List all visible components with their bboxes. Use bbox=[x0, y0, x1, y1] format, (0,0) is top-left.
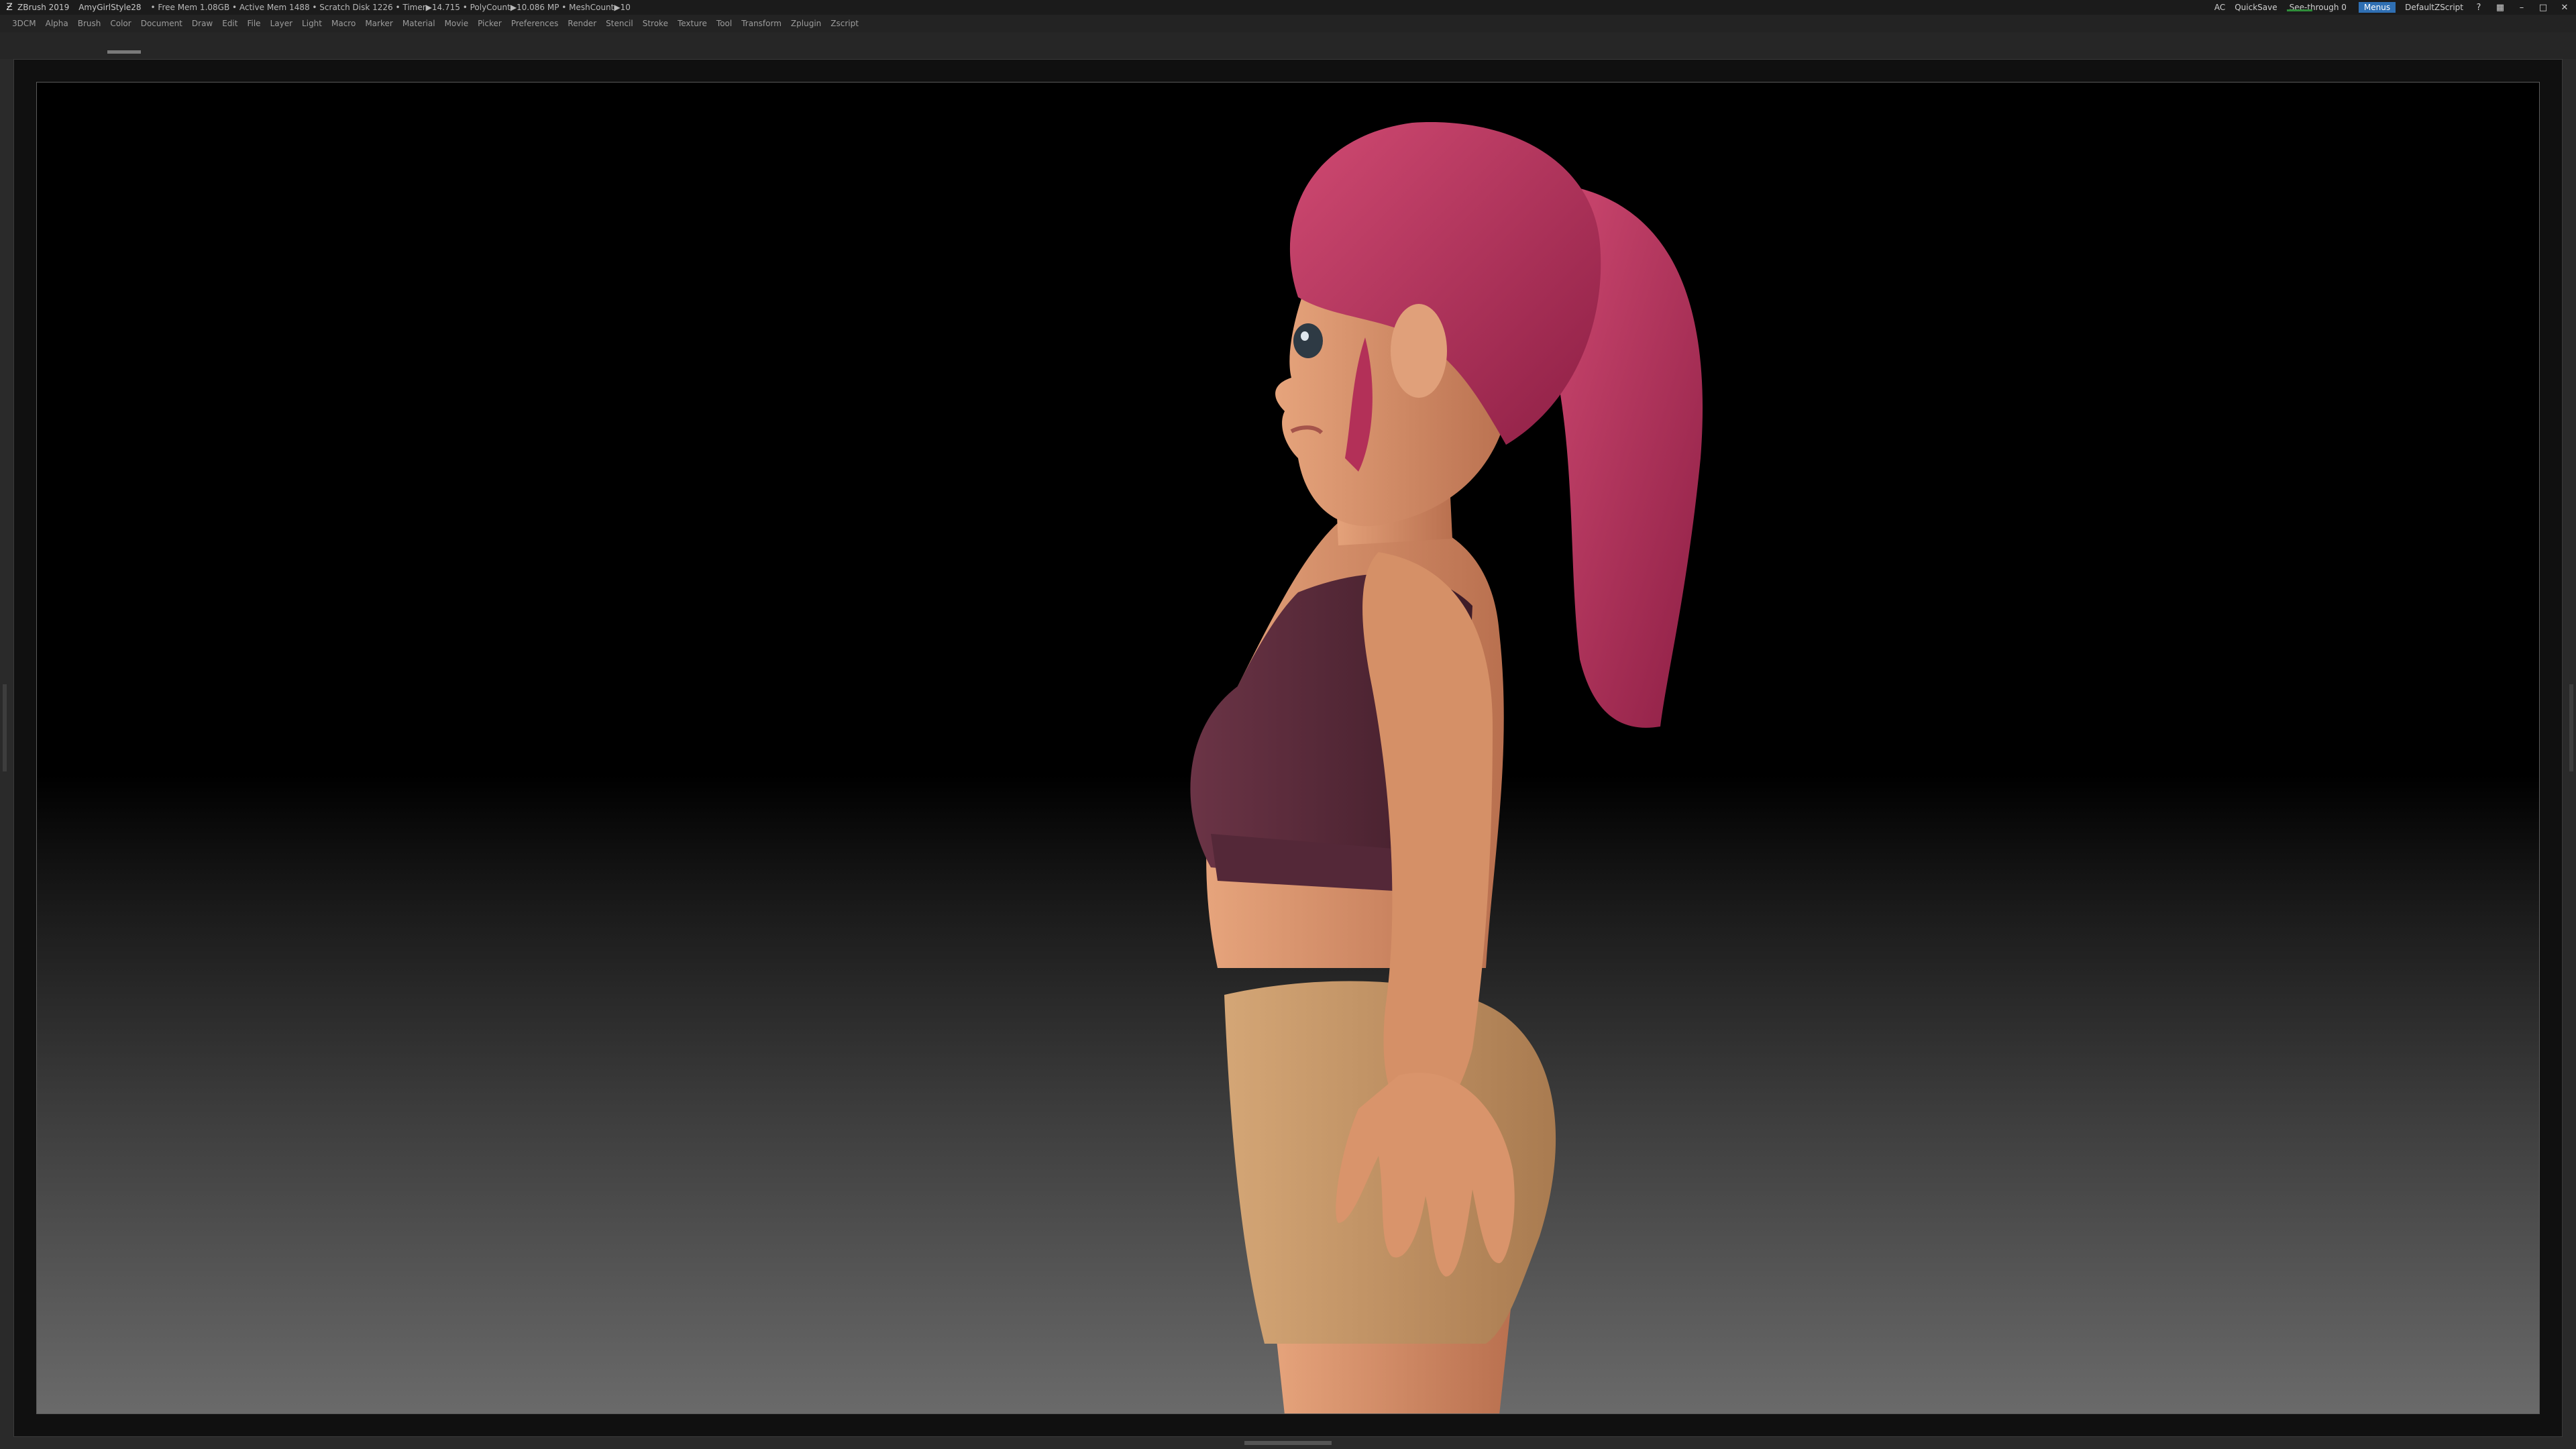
menu-layer[interactable]: Layer bbox=[270, 19, 292, 28]
default-zscript-button[interactable]: DefaultZScript bbox=[2405, 3, 2463, 12]
menus-button[interactable]: Menus bbox=[2358, 2, 2396, 13]
menu-bar: 3DCM Alpha Brush Color Document Draw Edi… bbox=[0, 15, 2576, 32]
menu-macro[interactable]: Macro bbox=[331, 19, 356, 28]
tab-indicator[interactable] bbox=[107, 50, 141, 54]
menu-light[interactable]: Light bbox=[302, 19, 322, 28]
app-title: ZBrush 2019 bbox=[17, 3, 70, 12]
menu-zplugin[interactable]: Zplugin bbox=[791, 19, 821, 28]
maximize-icon[interactable]: □ bbox=[2537, 3, 2549, 13]
menu-zscript[interactable]: Zscript bbox=[830, 19, 859, 28]
title-bar: Ƶ ZBrush 2019 AmyGirlStyle28 • Free Mem … bbox=[0, 0, 2576, 15]
menu-render[interactable]: Render bbox=[568, 19, 596, 28]
document-name: AmyGirlStyle28 bbox=[78, 3, 142, 12]
ac-button[interactable]: AC bbox=[2214, 3, 2225, 12]
menu-file[interactable]: File bbox=[247, 19, 260, 28]
see-through-slider[interactable]: See-through 0 bbox=[2286, 3, 2349, 12]
menu-material[interactable]: Material bbox=[402, 19, 435, 28]
see-through-bar bbox=[2286, 9, 2312, 11]
zbrush-logo-icon: Ƶ bbox=[6, 2, 13, 13]
menu-preferences[interactable]: Preferences bbox=[511, 19, 559, 28]
titlebar-controls: AC QuickSave See-through 0 Menus Default… bbox=[2205, 0, 2576, 15]
menu-marker[interactable]: Marker bbox=[365, 19, 392, 28]
left-tray-handle[interactable] bbox=[3, 684, 7, 771]
menu-transform[interactable]: Transform bbox=[741, 19, 782, 28]
right-tray-handle[interactable] bbox=[2569, 684, 2573, 771]
menu-draw[interactable]: Draw bbox=[192, 19, 213, 28]
menu-edit[interactable]: Edit bbox=[222, 19, 237, 28]
menu-picker[interactable]: Picker bbox=[478, 19, 502, 28]
menu-stencil[interactable]: Stencil bbox=[606, 19, 633, 28]
3d-viewport[interactable] bbox=[36, 82, 2540, 1414]
sculpt-model bbox=[1190, 122, 1703, 1413]
question-icon[interactable]: ? bbox=[2473, 3, 2485, 13]
quicksave-button[interactable]: QuickSave bbox=[2235, 3, 2277, 12]
eye-highlight bbox=[1301, 331, 1309, 341]
menu-document[interactable]: Document bbox=[141, 19, 182, 28]
menu-tool[interactable]: Tool bbox=[716, 19, 732, 28]
menu-color[interactable]: Color bbox=[110, 19, 131, 28]
ear bbox=[1391, 304, 1447, 398]
close-icon[interactable]: ✕ bbox=[2559, 3, 2571, 13]
minimize-icon[interactable]: – bbox=[2516, 3, 2528, 13]
menu-stroke[interactable]: Stroke bbox=[643, 19, 668, 28]
document-tab-strip bbox=[0, 32, 2576, 59]
menu-movie[interactable]: Movie bbox=[445, 19, 469, 28]
eye bbox=[1293, 323, 1323, 358]
status-stats: • Free Mem 1.08GB • Active Mem 1488 • Sc… bbox=[150, 3, 631, 12]
layout-icon[interactable]: ▦ bbox=[2494, 3, 2506, 13]
menu-brush[interactable]: Brush bbox=[78, 19, 101, 28]
menu-texture[interactable]: Texture bbox=[678, 19, 707, 28]
menu-3dcm[interactable]: 3DCM bbox=[12, 19, 36, 28]
bottom-tray-handle[interactable] bbox=[1244, 1441, 1332, 1445]
menu-alpha[interactable]: Alpha bbox=[46, 19, 68, 28]
